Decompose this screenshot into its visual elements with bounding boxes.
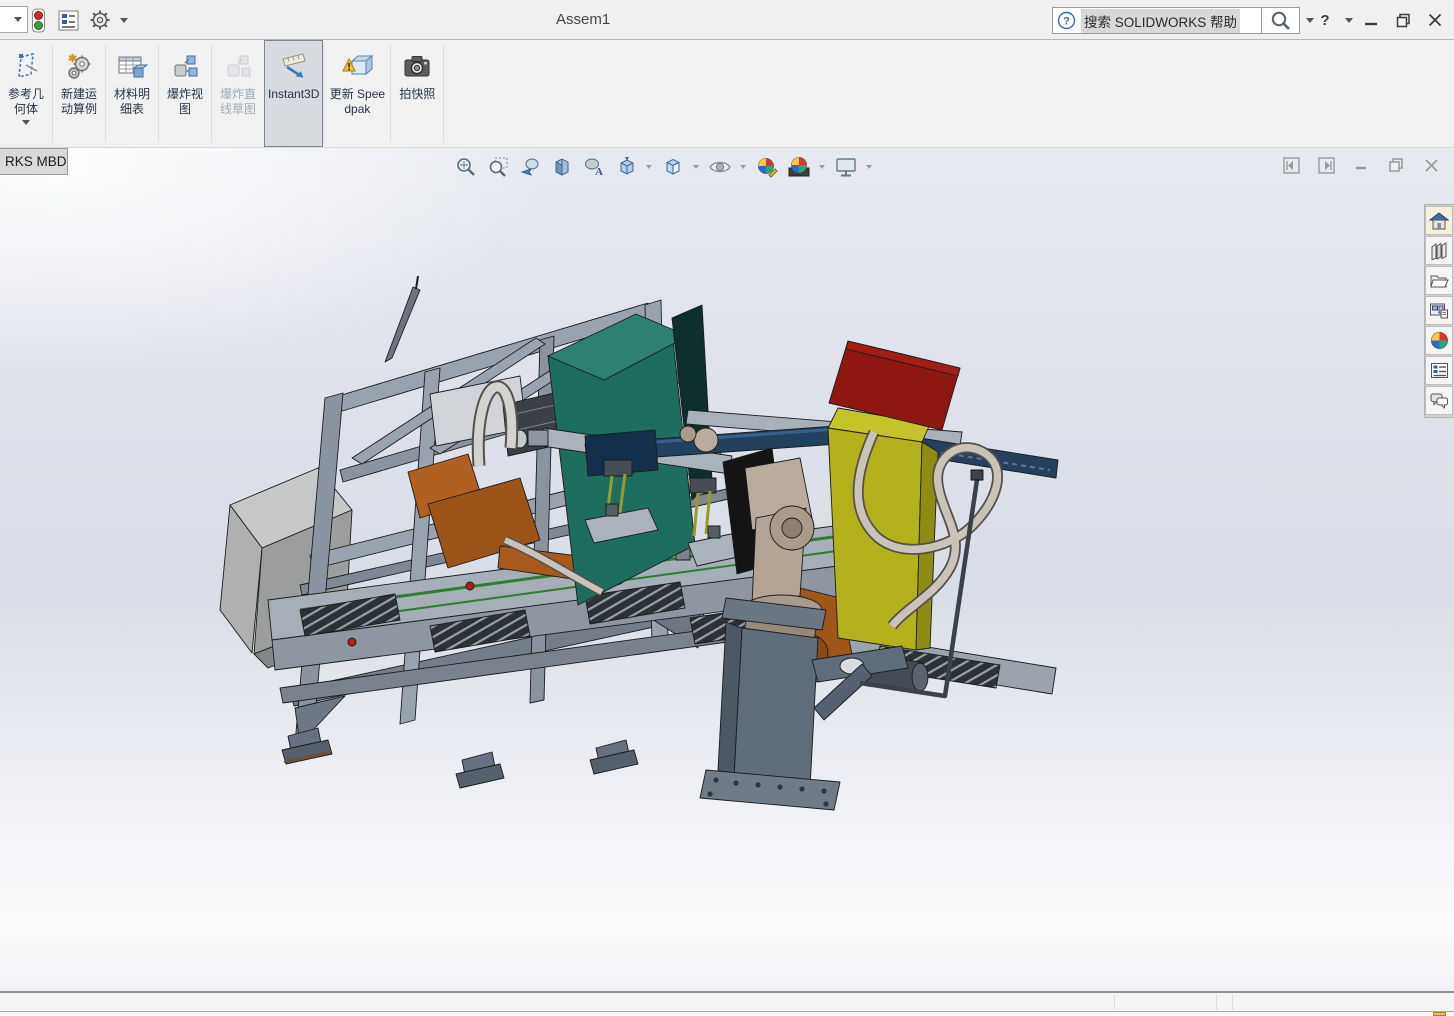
search-input[interactable]: ? 搜索 SOLIDWORKS 帮助 (1052, 7, 1262, 34)
display-style-caret[interactable] (693, 165, 699, 169)
document-window-controls (1282, 156, 1440, 174)
zoom-to-area-icon[interactable] (485, 154, 510, 179)
new-motion-study-button[interactable]: ✱ 新建运动算例 (53, 40, 105, 147)
forum-chat-icon (1429, 392, 1449, 409)
apply-scene-caret[interactable] (819, 165, 825, 169)
taskpane-custom-properties-tab[interactable] (1425, 356, 1453, 385)
search-icon (1270, 10, 1292, 32)
document-close-button[interactable] (1422, 156, 1440, 174)
quick-access-combobox[interactable] (0, 6, 28, 33)
close-button[interactable] (1422, 8, 1448, 32)
hide-show-items-icon[interactable] (707, 154, 732, 179)
taskpane-view-palette-tab[interactable] (1425, 296, 1453, 325)
dynamic-annotation-views-icon[interactable]: A (581, 154, 606, 179)
command-manager-ribbon: 参考几何体 ✱ 新建运动算例 (0, 40, 1454, 148)
section-view-icon[interactable] (549, 154, 574, 179)
view-orientation-caret[interactable] (646, 165, 652, 169)
taskpane-design-library-tab[interactable] (1425, 236, 1453, 265)
status-bar (0, 992, 1454, 1015)
update-speedpak-icon (340, 49, 374, 85)
traffic-light-icon[interactable] (26, 7, 50, 33)
search-button[interactable] (1262, 7, 1300, 34)
view-palette-icon (1429, 302, 1449, 320)
reference-geometry-button[interactable]: 参考几何体 (0, 40, 52, 147)
home-icon (1429, 212, 1449, 230)
custom-properties-icon (1430, 362, 1449, 379)
gear-icon[interactable] (88, 7, 112, 33)
exploded-view-icon (169, 49, 201, 85)
help-button[interactable]: ? (1312, 8, 1338, 32)
hide-show-items-caret[interactable] (740, 165, 746, 169)
view-orientation-icon[interactable] (613, 154, 638, 179)
minimize-button[interactable] (1358, 8, 1384, 32)
take-snapshot-button[interactable]: 拍快照 (391, 40, 443, 147)
previous-view-icon[interactable] (517, 154, 542, 179)
task-pane-strip (1424, 204, 1454, 418)
explode-line-sketch-icon (222, 49, 254, 85)
view-settings-caret[interactable] (866, 165, 872, 169)
title-bar: Assem1 ? 搜索 SOLIDWORKS 帮助 ? (0, 0, 1454, 40)
taskpane-forum-tab[interactable] (1425, 386, 1453, 415)
previous-document-tab-icon[interactable] (1282, 156, 1300, 174)
chevron-down-icon (14, 17, 22, 22)
bill-of-materials-button[interactable]: 材料明细表 (106, 40, 158, 147)
help-circle-icon: ? (1057, 11, 1076, 30)
reference-geometry-icon (11, 49, 41, 85)
reference-geometry-dropdown-caret[interactable] (22, 120, 30, 125)
taskpane-file-explorer-tab[interactable] (1425, 266, 1453, 295)
design-library-icon (1430, 242, 1448, 260)
instant3d-icon (276, 49, 312, 85)
exploded-view-button[interactable]: 爆炸视图 (159, 40, 211, 147)
svg-text:A: A (595, 166, 603, 178)
next-document-tab-icon[interactable] (1317, 156, 1335, 174)
apply-scene-icon[interactable] (786, 154, 811, 179)
search-placeholder-text: 搜索 SOLIDWORKS 帮助 (1081, 9, 1240, 33)
taskpane-appearances-tab[interactable] (1425, 326, 1453, 355)
edit-appearance-icon[interactable] (754, 154, 779, 179)
svg-text:?: ? (1063, 16, 1070, 28)
zoom-to-fit-icon[interactable] (453, 154, 478, 179)
update-speedpak-button[interactable]: 更新 Speedpak (324, 40, 390, 147)
document-title: Assem1 (556, 11, 610, 28)
document-minimize-button[interactable] (1352, 156, 1370, 174)
display-style-icon[interactable] (660, 154, 685, 179)
command-list-icon[interactable] (56, 7, 80, 33)
command-tab-solidworks-mbd[interactable]: RKS MBD (0, 148, 68, 175)
camera-icon (401, 49, 433, 85)
assembly-3d-model[interactable] (0, 148, 1454, 992)
taskpane-home-tab[interactable] (1425, 206, 1453, 235)
document-restore-button[interactable] (1387, 156, 1405, 174)
motion-study-icon: ✱ (63, 49, 95, 85)
appearances-sphere-icon (1430, 331, 1449, 350)
restore-button[interactable] (1390, 8, 1416, 32)
gear-dropdown-caret[interactable] (112, 7, 136, 33)
graphics-viewport[interactable]: RKS MBD A (0, 148, 1454, 992)
explode-line-sketch-button: 爆炸直线草图 (212, 40, 264, 147)
bom-table-icon (116, 49, 148, 85)
folder-icon (1429, 273, 1449, 289)
view-settings-icon[interactable] (833, 154, 858, 179)
instant3d-button[interactable]: Instant3D (264, 40, 323, 147)
status-tray-icon[interactable] (1433, 1012, 1446, 1016)
heads-up-view-toolbar: A (453, 154, 873, 179)
